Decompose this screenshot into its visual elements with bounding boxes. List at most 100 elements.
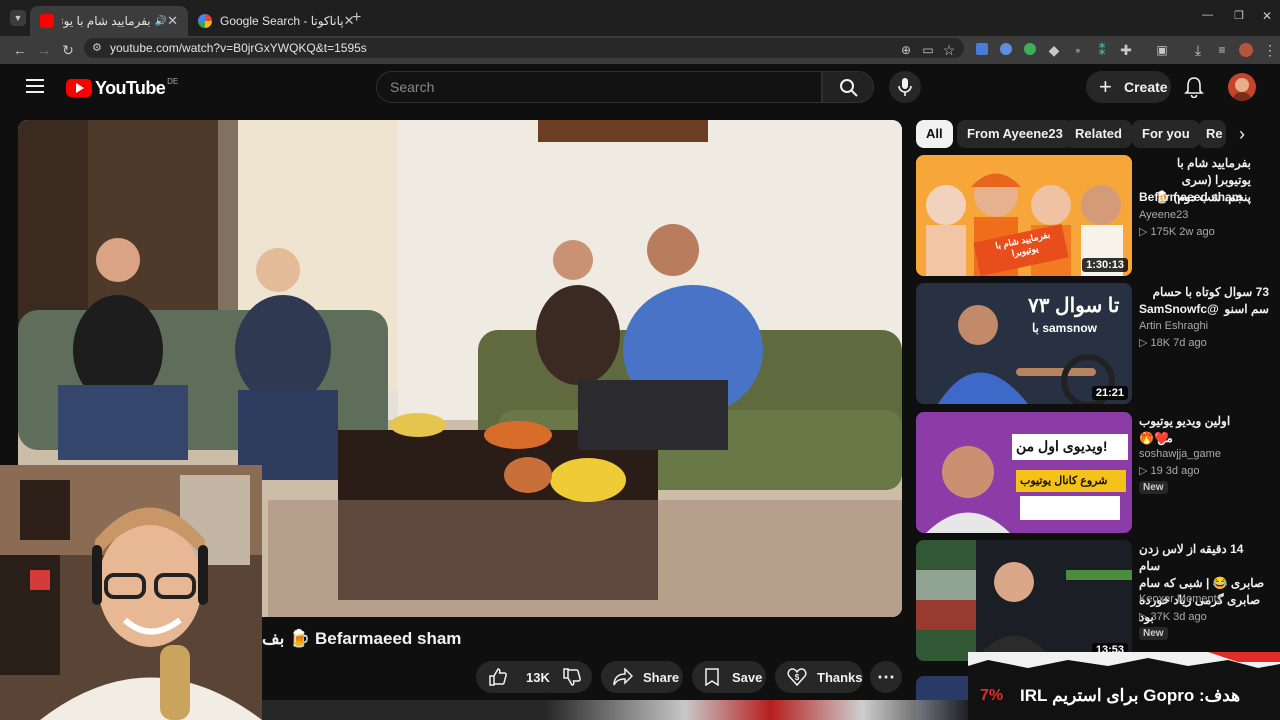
bookmark-star-icon[interactable]: ☆ (939, 40, 959, 60)
extension-grey-icon[interactable]: ▪ (1068, 40, 1088, 60)
profile-avatar-icon[interactable] (1236, 40, 1256, 60)
youtube-wordmark: YouTube (95, 77, 166, 98)
extensions-puzzle-icon[interactable]: ✚ (1116, 40, 1136, 60)
extension-diamond-icon[interactable]: ◆ (1044, 40, 1064, 60)
region-code: DE (167, 76, 179, 86)
new-badge: New (1139, 481, 1168, 494)
extension-blue-icon[interactable] (996, 40, 1016, 60)
extension-translate-icon[interactable] (972, 40, 992, 60)
close-window-button[interactable]: ✕ (1262, 9, 1272, 23)
chips-next-icon[interactable]: › (1226, 120, 1258, 148)
thumbnail-text: ۷۳ تا سوال (1028, 295, 1120, 317)
title-line: 14 دقیقه از لاس زدن سام (1139, 542, 1244, 573)
suggestion-thumbnail[interactable]: ۷۳ تا سوال با samsnow 21:21 (916, 283, 1132, 404)
account-avatar[interactable] (1228, 73, 1256, 101)
thumbs-down-icon (563, 668, 581, 686)
create-button[interactable]: + Create (1086, 71, 1171, 103)
save-button[interactable]: Save (692, 661, 766, 693)
voice-search-button[interactable] (889, 71, 921, 103)
url-text: youtube.com/watch?v=B0jrGxYWQKQ&t=1595s (110, 41, 367, 55)
video-title: بف 🍺 Befarmaeed sham (262, 629, 462, 648)
video-duration: 1:30:13 (1082, 258, 1128, 272)
site-info-icon[interactable]: ⚙ (92, 38, 102, 58)
youtube-play-logo-icon (66, 79, 92, 97)
chip-from-channel[interactable]: From Ayeene23 (957, 120, 1073, 148)
super-thanks-icon: $ (787, 668, 807, 687)
address-bar[interactable]: ⚙ youtube.com/watch?v=B0jrGxYWQKQ&t=1595… (84, 38, 964, 58)
chip-related[interactable]: Related (1065, 120, 1132, 148)
maximize-button[interactable]: ❐ (1234, 9, 1244, 22)
plus-icon: + (1099, 74, 1112, 99)
more-icon: ⋯ (877, 666, 895, 687)
video-meta: ▷ 37K 3d ago (1139, 611, 1207, 623)
thumbnail-subtext: با samsnow (1032, 321, 1098, 335)
like-count: 13K (526, 669, 550, 685)
share-button[interactable]: Share (601, 661, 683, 693)
video-meta: ▷ 18K 7d ago (1139, 337, 1207, 349)
like-button[interactable]: 13K (476, 661, 564, 693)
suggestion-thumbnail[interactable]: بفرمایید شام با یوتیوبرا 1:30:13 (916, 155, 1132, 276)
extension-teal-icon[interactable]: ⁑ (1092, 40, 1112, 60)
save-label: Save (732, 669, 763, 685)
youtube-favicon-icon (40, 14, 54, 28)
title-line: صابری 😂 | شبی که سام (1139, 576, 1265, 590)
svg-text:$: $ (795, 673, 800, 682)
chip-for-you[interactable]: For you (1132, 120, 1200, 148)
goal-percent: 7% (980, 687, 1004, 704)
title-line: بفرمایید شام با یوتیوبرا (سری (1176, 156, 1251, 187)
extension-green-icon[interactable] (1020, 40, 1040, 60)
tab-youtube[interactable]: بفرمایید شام با یوتیوبرا (سری 🔊 ✕ (30, 6, 188, 36)
suggestion-title-latin[interactable]: SamSnowfc@ (1139, 301, 1269, 318)
thumbs-up-icon (489, 668, 507, 686)
minimize-button[interactable]: — (1202, 9, 1213, 21)
close-tab-icon[interactable]: ✕ (167, 13, 178, 29)
bottom-torn-strip (262, 700, 968, 720)
microphone-icon (898, 78, 912, 96)
download-icon[interactable]: ⤓ (1188, 40, 1208, 60)
forward-icon[interactable]: → (34, 40, 54, 60)
back-icon[interactable]: ← (10, 40, 30, 60)
channel-name[interactable]: soshawjja_game (1139, 448, 1221, 460)
suggestion-thumbnail[interactable]: ویدیوی اول من! شروع کانال یوتیوب (916, 412, 1132, 533)
channel-name[interactable]: Ayeene23 (1139, 209, 1188, 221)
tab-title: بفرمایید شام با یوتیوبرا (سری (62, 14, 151, 28)
share-label: Share (643, 669, 680, 685)
speaker-icon: 🔊 (154, 15, 168, 27)
streamer-webcam-overlay (0, 465, 262, 720)
browser-tab-bar: ▼ بفرمایید شام با یوتیوبرا (سری 🔊 ✕ Goog… (0, 0, 1280, 36)
media-control-icon[interactable]: ≡ (1212, 40, 1232, 60)
browser-menu-icon[interactable]: ⋮ (1260, 40, 1280, 60)
tab-title: Google Search - پاناکوتا (220, 14, 344, 28)
new-badge: New (1139, 627, 1168, 640)
more-actions-button[interactable]: ⋯ (870, 661, 902, 693)
bookmark-icon (705, 668, 719, 686)
suggestion-title-latin[interactable]: Befarmaeed sham (1139, 189, 1269, 206)
search-input[interactable]: Search (376, 71, 822, 103)
new-tab-button[interactable]: + (352, 9, 361, 27)
channel-name[interactable]: Keoxer Moments (1139, 593, 1222, 605)
zoom-icon[interactable]: ⊕ (896, 40, 916, 60)
cast-icon[interactable]: ▭ (918, 40, 938, 60)
search-button[interactable] (822, 71, 874, 103)
google-favicon-icon (198, 14, 212, 28)
tab-list-dropdown-icon[interactable]: ▼ (10, 10, 26, 26)
thanks-button[interactable]: $ Thanks (775, 661, 863, 693)
chip-recent[interactable]: Re (1198, 120, 1226, 148)
video-meta: ▷ 19 3d ago (1139, 465, 1200, 477)
video-duration: 21:21 (1091, 386, 1128, 400)
thanks-label: Thanks (817, 669, 863, 685)
dislike-button[interactable] (552, 661, 592, 693)
reload-icon[interactable]: ↻ (58, 40, 78, 60)
suggestion-thumbnail[interactable]: 13:53 (916, 540, 1132, 661)
chip-all[interactable]: All (916, 120, 953, 148)
webcam-image (0, 465, 262, 720)
video-meta: ▷ 175K 2w ago (1139, 226, 1215, 238)
youtube-logo[interactable]: YouTube DE (66, 77, 178, 99)
notifications-bell-icon[interactable] (1184, 76, 1204, 98)
tab-google[interactable]: Google Search - پاناکوتا ✕ (188, 6, 355, 36)
hamburger-menu-icon[interactable] (26, 78, 44, 94)
thumbnail-text: ویدیوی اول من! (1016, 438, 1108, 454)
search-icon (840, 79, 858, 97)
channel-name[interactable]: Artin Eshraghi (1139, 320, 1208, 332)
screenshot-icon[interactable]: ▣ (1152, 40, 1172, 60)
